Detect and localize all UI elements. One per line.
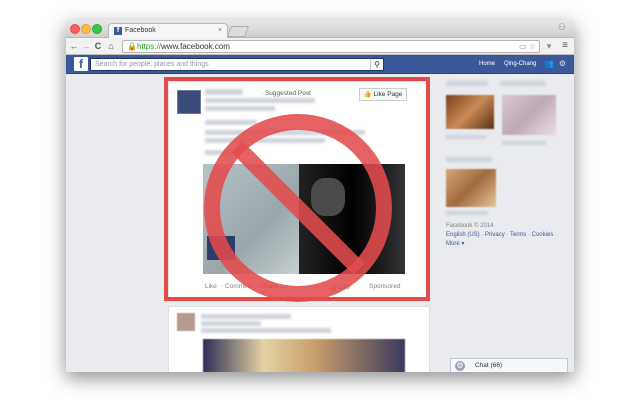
nav-home-link[interactable]: Home: [479, 55, 495, 73]
extension-icon[interactable]: ▾: [544, 40, 554, 52]
post-image[interactable]: [203, 164, 405, 274]
minimize-window-button[interactable]: [81, 24, 91, 34]
url-scheme: https://: [137, 42, 162, 51]
menu-icon[interactable]: ≡: [562, 40, 568, 52]
search-input[interactable]: Search for people, places and things ⚲: [90, 58, 384, 71]
footer-link-privacy[interactable]: Privacy: [485, 232, 505, 238]
ad-title-blurred: [446, 157, 492, 162]
settings-icon[interactable]: ⚙: [558, 59, 567, 68]
post-text-blurred: [201, 328, 331, 333]
footer-link-language[interactable]: English (US): [446, 232, 480, 238]
tab-close-icon[interactable]: ×: [218, 24, 222, 38]
page-avatar[interactable]: [177, 90, 201, 114]
post-text-blurred: [205, 150, 233, 155]
like-link[interactable]: Like: [205, 283, 217, 290]
share-link[interactable]: Share: [261, 283, 278, 290]
chat-bar[interactable]: ⚙ Chat (66): [450, 358, 568, 372]
ad-thumbnail[interactable]: [446, 169, 496, 207]
post-text-blurred: [205, 106, 275, 111]
chat-settings-icon[interactable]: ⚙: [455, 361, 465, 371]
facebook-logo-icon[interactable]: f: [74, 57, 88, 71]
new-tab-button[interactable]: [226, 26, 250, 37]
chat-label[interactable]: Chat (66): [475, 359, 502, 372]
ad-text-blurred: [446, 211, 488, 215]
post-image-face: [311, 178, 345, 216]
title-bar: f Facebook × ⚇: [66, 20, 574, 38]
home-button[interactable]: ⌂: [106, 40, 116, 52]
post-text-blurred: [205, 98, 315, 103]
url-text: https://www.facebook.com: [137, 41, 230, 52]
page-footer: Facebook © 2014 English (US) · Privacy ·…: [446, 222, 557, 249]
ad-text-blurred: [502, 141, 546, 145]
footer-link-more[interactable]: More ▾: [446, 240, 557, 249]
suggested-post: · Suggested Post 👍 Like Page Like · Comme…: [168, 81, 430, 298]
lock-icon: 🔒: [127, 42, 137, 51]
sponsored-label[interactable]: Sponsored: [369, 283, 400, 290]
ad-text-blurred: [446, 135, 486, 139]
author-avatar[interactable]: [177, 313, 195, 331]
user-profile-icon[interactable]: ⚇: [558, 23, 568, 32]
post-actions: Like · Comment · Share 👍 128 Sponsored: [205, 283, 401, 291]
copyright-text: Facebook © 2014: [446, 223, 494, 229]
ad-thumbnail[interactable]: [446, 95, 494, 129]
post-image[interactable]: [203, 339, 405, 372]
forward-button[interactable]: →: [81, 40, 91, 52]
ad-title-blurred: [500, 81, 546, 86]
page-name-blurred: [205, 89, 243, 95]
url-host: www.facebook.com: [161, 42, 230, 51]
ad-thumbnail[interactable]: [502, 95, 556, 135]
facebook-top-bar: f Search for people, places and things ⚲…: [66, 55, 574, 74]
nav-profile-link[interactable]: Qing-Chang: [504, 55, 536, 73]
right-sidebar: Facebook © 2014 English (US) · Privacy ·…: [446, 77, 568, 307]
post-image-right: [299, 164, 405, 274]
likes-count-value: 128: [338, 284, 350, 291]
bookmark-star-icon[interactable]: ▭ ☆: [519, 41, 536, 52]
footer-link-cookies[interactable]: Cookies: [532, 232, 554, 238]
zoom-window-button[interactable]: [92, 24, 102, 34]
comment-link[interactable]: Comment: [225, 283, 253, 290]
suggested-post-label: · Suggested Post: [261, 90, 311, 97]
reload-button[interactable]: C: [93, 40, 103, 52]
ad-title-blurred: [446, 81, 488, 86]
facebook-favicon-icon: f: [114, 27, 122, 35]
feed-post: [168, 306, 430, 372]
back-button[interactable]: ←: [69, 40, 79, 52]
address-bar[interactable]: 🔒 https://www.facebook.com ▭ ☆: [122, 40, 540, 53]
close-window-button[interactable]: [70, 24, 80, 34]
footer-link-terms[interactable]: Terms: [510, 232, 526, 238]
post-text-blurred: [205, 120, 257, 125]
browser-window: f Facebook × ⚇ ← → C ⌂ 🔒 https://www.fac…: [66, 20, 574, 372]
browser-toolbar: ← → C ⌂ 🔒 https://www.facebook.com ▭ ☆ ▾…: [66, 38, 574, 55]
footer-links: English (US) · Privacy · Terms · Cookies…: [446, 232, 557, 238]
tab-title: Facebook: [125, 27, 156, 34]
tab-facebook[interactable]: f Facebook ×: [108, 23, 228, 38]
post-image-logo: [207, 236, 235, 260]
post-text-blurred: [205, 138, 325, 143]
post-text-blurred: [201, 314, 291, 319]
like-page-button[interactable]: 👍 Like Page: [359, 88, 407, 101]
post-text-blurred: [205, 130, 365, 135]
search-icon[interactable]: ⚲: [370, 59, 383, 70]
search-placeholder: Search for people, places and things: [95, 61, 209, 68]
friends-icon[interactable]: 👥: [544, 59, 554, 68]
post-text-blurred: [201, 321, 261, 326]
likes-count: 👍 128: [329, 284, 350, 291]
